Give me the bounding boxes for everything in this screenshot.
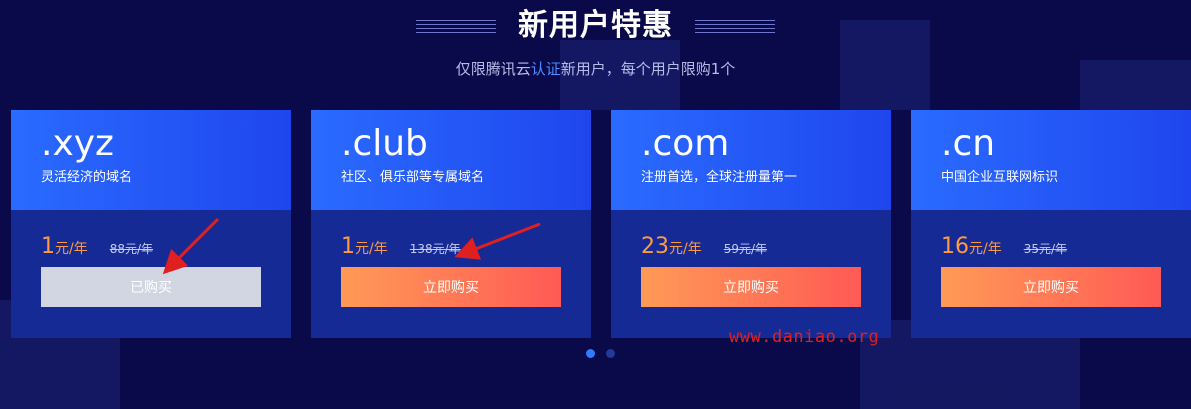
- price-unit: 元/年: [355, 241, 388, 257]
- card-body: 16 元/年 35元/年 立即购买: [911, 210, 1191, 338]
- card-header: .cn 中国企业互联网标识: [911, 110, 1191, 210]
- price-row: 1 元/年 138元/年: [341, 234, 461, 259]
- card-body: 1 元/年 138元/年 立即购买: [311, 210, 591, 338]
- title-decoration-right: [695, 19, 775, 33]
- price-unit: 元/年: [55, 241, 88, 257]
- original-price: 35元/年: [1023, 242, 1068, 256]
- domain-description: 注册首选，全球注册量第一: [641, 170, 798, 185]
- promo-price: 1: [41, 234, 55, 259]
- domain-suffix: .cn: [941, 123, 996, 164]
- card-body: 1 元/年 88元/年 已购买: [11, 210, 291, 338]
- carousel-pagination: [586, 349, 615, 358]
- offer-card-xyz: .xyz 灵活经济的域名 1 元/年 88元/年 已购买: [11, 110, 291, 338]
- card-body: 23 元/年 59元/年 立即购买: [611, 210, 891, 338]
- price-unit: 元/年: [969, 241, 1002, 257]
- card-header: .xyz 灵活经济的域名: [11, 110, 291, 210]
- carousel-dot-1[interactable]: [586, 349, 595, 358]
- domain-suffix: .xyz: [41, 123, 114, 164]
- promo-price: 16: [941, 234, 969, 259]
- price-row: 23 元/年 59元/年: [641, 234, 767, 259]
- original-price: 59元/年: [723, 242, 768, 256]
- card-header: .club 社区、俱乐部等专属域名: [311, 110, 591, 210]
- domain-description: 灵活经济的域名: [41, 170, 133, 185]
- promo-price: 23: [641, 234, 669, 259]
- promo-price: 1: [341, 234, 355, 259]
- buy-now-button[interactable]: 立即购买: [341, 267, 561, 307]
- domain-description: 社区、俱乐部等专属域名: [341, 170, 485, 185]
- buy-now-button[interactable]: 立即购买: [641, 267, 861, 307]
- card-header: .com 注册首选，全球注册量第一: [611, 110, 891, 210]
- price-row: 16 元/年 35元/年: [941, 234, 1067, 259]
- offer-card-cn: .cn 中国企业互联网标识 16 元/年 35元/年 立即购买: [911, 110, 1191, 338]
- section-title: 新用户特惠: [518, 8, 673, 43]
- title-decoration-left: [416, 19, 496, 33]
- buy-now-button[interactable]: 立即购买: [941, 267, 1161, 307]
- domain-description: 中国企业互联网标识: [941, 170, 1059, 185]
- domain-suffix: .club: [341, 123, 428, 164]
- section-header: 新用户特惠 仅限腾讯云认证新用户，每个用户限购1个: [0, 0, 1191, 100]
- carousel-dot-2[interactable]: [606, 349, 615, 358]
- title-row: 新用户特惠: [0, 4, 1191, 48]
- original-price: 88元/年: [109, 242, 154, 256]
- offer-card-club: .club 社区、俱乐部等专属域名 1 元/年 138元/年 立即购买: [311, 110, 591, 338]
- price-unit: 元/年: [669, 241, 702, 257]
- watermark-text: www.daniao.org: [729, 327, 880, 347]
- offer-card-com: .com 注册首选，全球注册量第一 23 元/年 59元/年 立即购买: [611, 110, 891, 338]
- purchased-button[interactable]: 已购买: [41, 267, 261, 307]
- verification-link[interactable]: 认证: [531, 60, 561, 78]
- subtitle-prefix: 仅限腾讯云: [455, 60, 531, 78]
- price-row: 1 元/年 88元/年: [41, 234, 153, 259]
- subtitle-suffix: 新用户，每个用户限购1个: [560, 60, 736, 78]
- offer-cards: .xyz 灵活经济的域名 1 元/年 88元/年 已购买 .club 社区、俱乐…: [11, 110, 1191, 338]
- original-price: 138元/年: [409, 242, 461, 256]
- domain-suffix: .com: [641, 123, 730, 164]
- section-subtitle: 仅限腾讯云认证新用户，每个用户限购1个: [0, 58, 1191, 79]
